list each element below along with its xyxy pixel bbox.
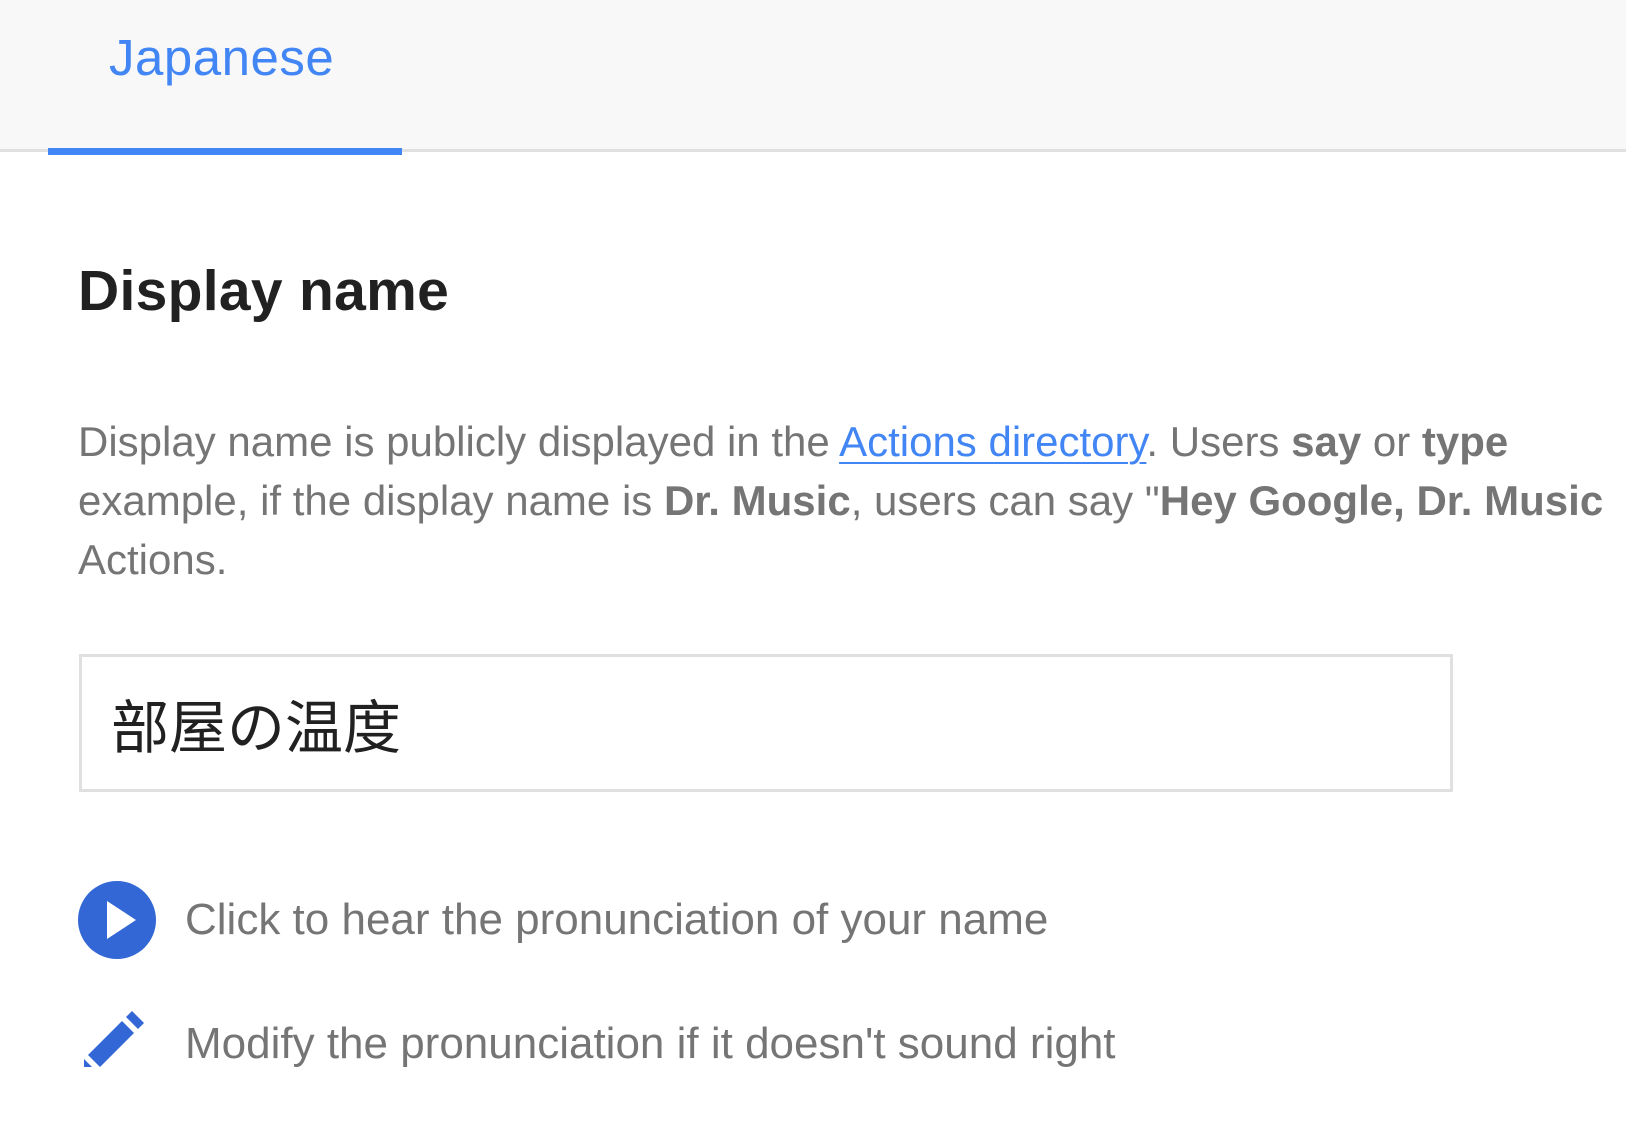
display-name-input[interactable] xyxy=(79,654,1453,792)
modify-pronunciation-row: Modify the pronunciation if it doesn't s… xyxy=(78,1005,1116,1083)
description-emphasis: say xyxy=(1291,418,1362,465)
actions-directory-link[interactable]: Actions directory xyxy=(839,418,1146,465)
description-text: , users can say " xyxy=(850,477,1160,524)
section-title: Display name xyxy=(78,259,450,323)
tab-japanese[interactable]: Japanese xyxy=(48,0,402,155)
description-line-3: Actions. xyxy=(78,536,228,583)
display-name-description: Display name is publicly displayed in th… xyxy=(78,412,1626,598)
pencil-icon xyxy=(84,1011,144,1067)
edit-pronunciation-button[interactable] xyxy=(78,1005,156,1083)
description-line-2: example, if the display name is Dr. Musi… xyxy=(78,471,1626,530)
play-icon xyxy=(107,901,136,939)
description-text: example, if the display name is xyxy=(78,477,664,524)
pronunciation-play-row: Click to hear the pronunciation of your … xyxy=(78,881,1048,959)
language-tab-bar: Japanese xyxy=(0,0,1626,155)
active-tab-indicator xyxy=(48,148,402,155)
description-emphasis: Dr. Music xyxy=(663,477,851,524)
tab-japanese-label: Japanese xyxy=(109,29,335,86)
description-text: . Users xyxy=(1146,418,1292,465)
description-emphasis: Hey Google, Dr. Music xyxy=(1159,477,1604,524)
description-emphasis: type xyxy=(1421,418,1509,465)
description-text: Display name is publicly displayed in th… xyxy=(78,418,840,465)
play-pronunciation-button[interactable] xyxy=(78,881,156,959)
modify-pronunciation-label: Modify the pronunciation if it doesn't s… xyxy=(185,1019,1116,1068)
play-pronunciation-label: Click to hear the pronunciation of your … xyxy=(185,895,1049,944)
description-text: or xyxy=(1361,418,1422,465)
description-line-1: Display name is publicly displayed in th… xyxy=(78,412,1626,471)
